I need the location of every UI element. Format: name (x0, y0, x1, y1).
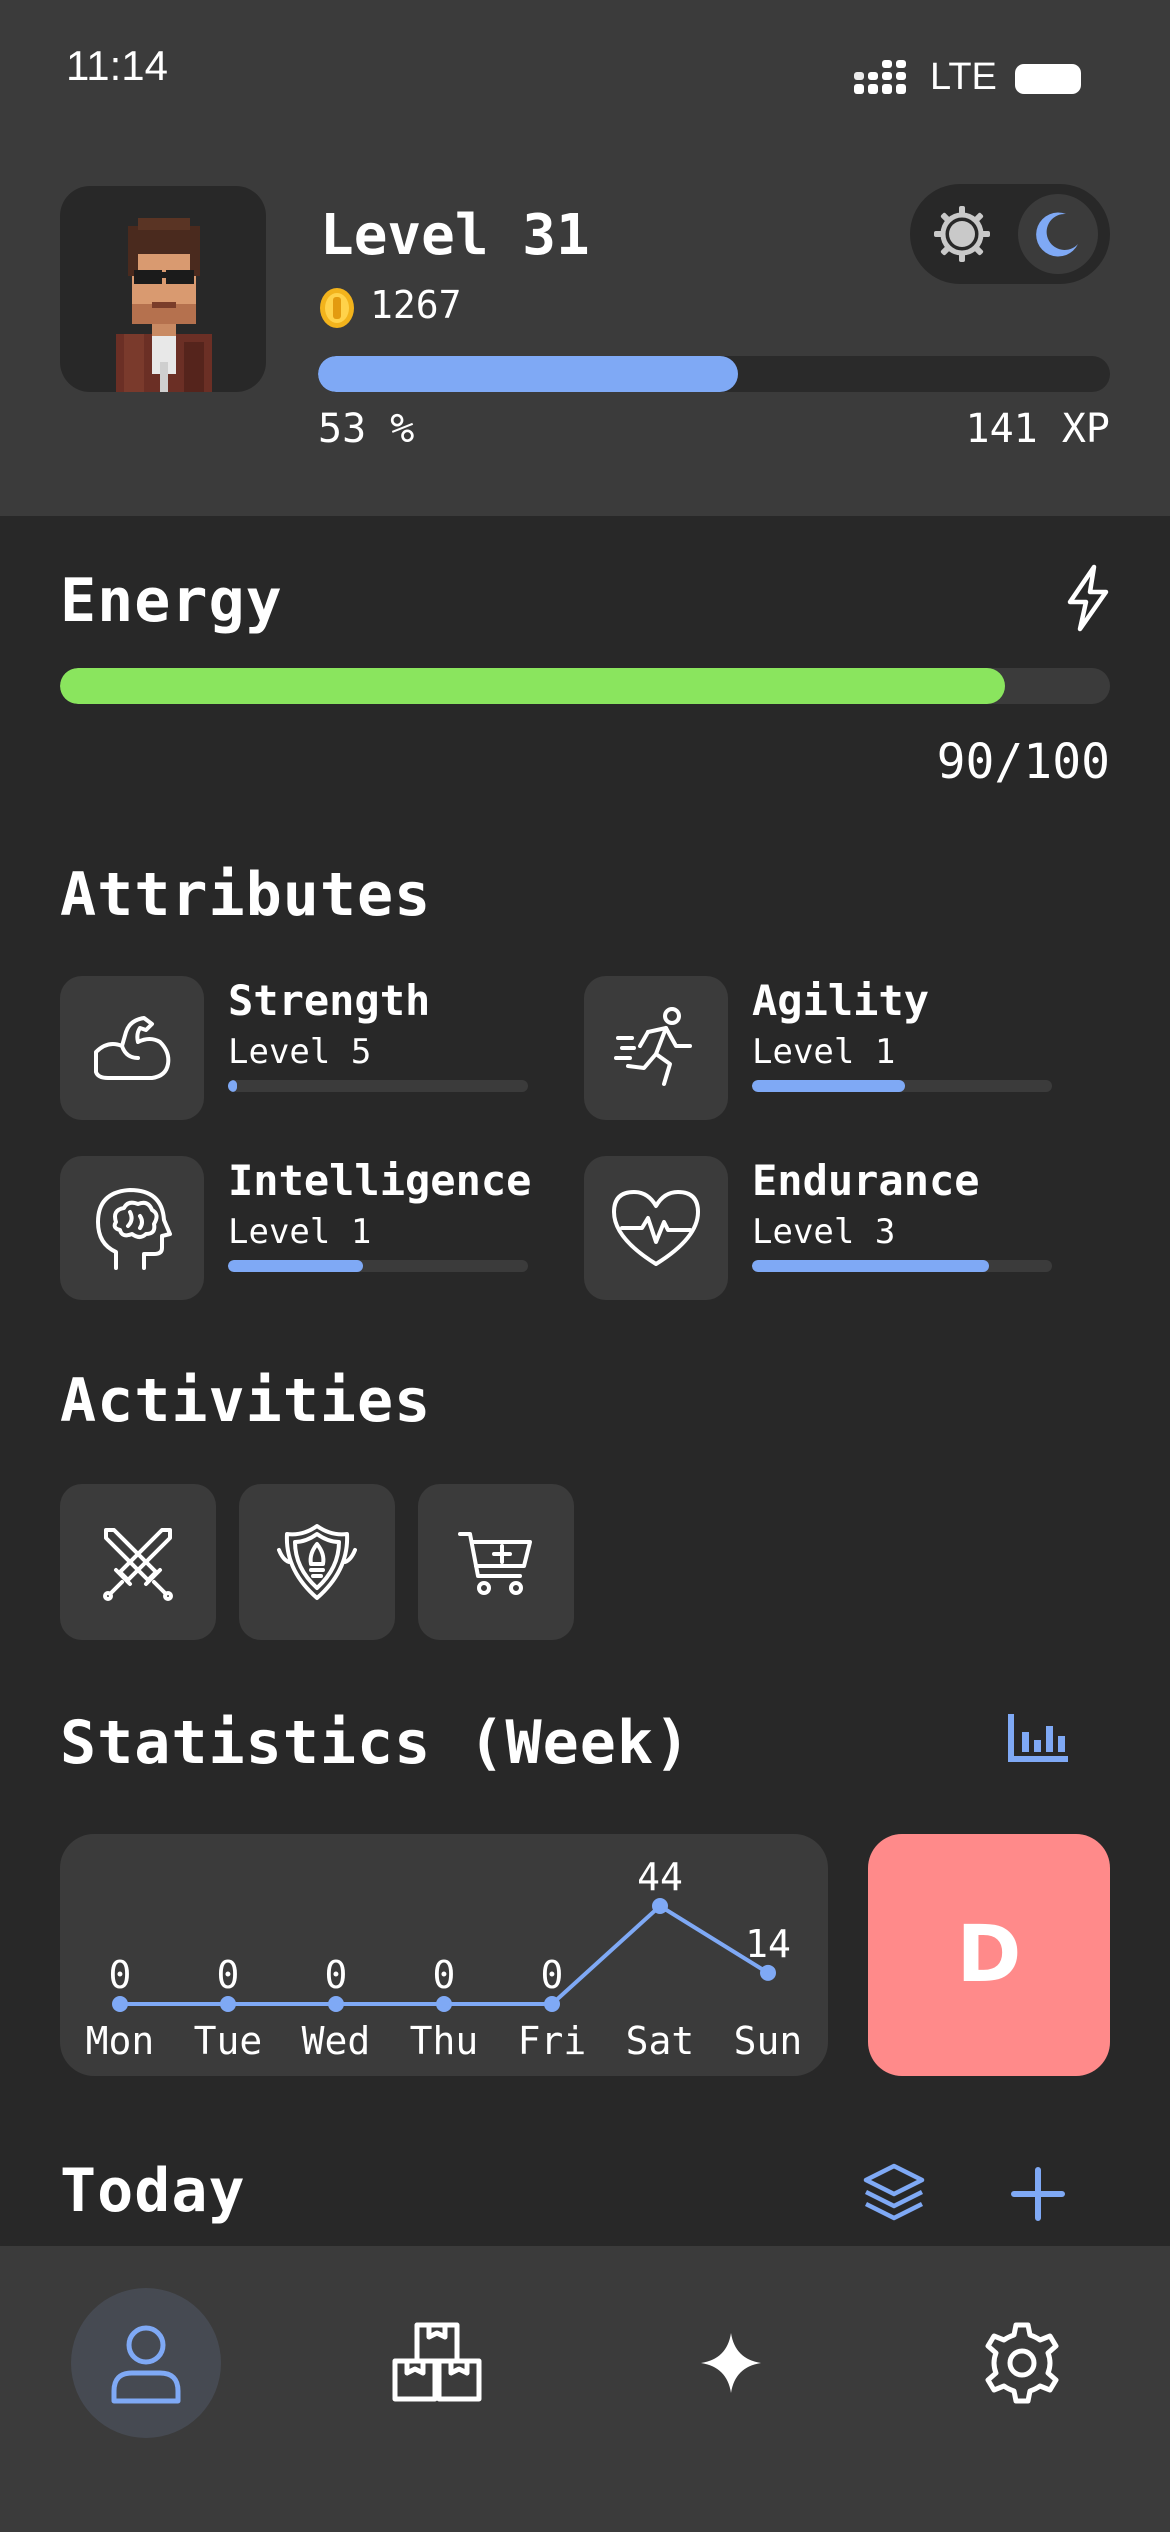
avatar[interactable] (60, 186, 266, 392)
nav-settings-button[interactable] (947, 2288, 1097, 2438)
xp-percent: 53 % (318, 406, 415, 452)
activity-defense-button[interactable] (239, 1484, 395, 1640)
data-point (112, 1996, 128, 2012)
weekly-line-chart: 0 Mon 0 Tue 0 Wed 0 Thu 0 Fri 44 Sat 14 Sun (86, 1855, 803, 2063)
activity-battle-button[interactable] (60, 1484, 216, 1640)
data-point (652, 1898, 668, 1914)
signal-icon (854, 60, 906, 94)
statistics-title: Statistics (Week) (60, 1708, 692, 1778)
attribute-strength[interactable]: Strength Level 5 (60, 976, 580, 1120)
data-point (544, 1996, 560, 2012)
coin-icon (320, 288, 354, 328)
attribute-name: Endurance (752, 1156, 980, 1205)
x-tick-label: Sun (734, 2019, 803, 2063)
attribute-level: Level 1 (752, 1032, 896, 1072)
attribute-progress-fill (228, 1260, 363, 1272)
x-tick-label: Sat (626, 2019, 695, 2063)
boxes-icon (392, 2322, 482, 2402)
theme-dark-option[interactable] (1018, 194, 1098, 274)
today-title: Today (60, 2156, 246, 2226)
add-icon[interactable] (1008, 2164, 1068, 2224)
attribute-name: Agility (752, 976, 930, 1025)
attribute-endurance[interactable]: Endurance Level 3 (584, 1156, 1104, 1300)
lightning-icon (1067, 564, 1109, 632)
attribute-progress-bar (228, 1080, 528, 1092)
person-icon (111, 2325, 181, 2404)
xp-progress-bar (318, 356, 1110, 392)
heartbeat-icon (612, 1190, 700, 1266)
attribute-progress-fill (228, 1080, 237, 1092)
profile-header: 11:14 LTE Level 31 1267 53 % 141 XP (0, 0, 1170, 516)
coin-count: 1267 (370, 283, 462, 327)
attribute-progress-bar (228, 1260, 528, 1272)
data-label: 44 (637, 1855, 683, 1899)
nav-profile-button[interactable] (71, 2288, 221, 2438)
data-label: 0 (325, 1953, 348, 1997)
data-label: 14 (745, 1922, 791, 1966)
data-label: 0 (541, 1953, 564, 1997)
data-label: 0 (109, 1953, 132, 1997)
data-label: 0 (217, 1953, 240, 1997)
energy-bar (60, 668, 1110, 704)
attribute-level: Level 3 (752, 1212, 896, 1252)
energy-value: 90/100 (936, 734, 1110, 790)
data-point (760, 1964, 776, 1981)
pixel-avatar-icon (116, 218, 212, 392)
bar-chart-icon[interactable] (1006, 1712, 1070, 1764)
x-tick-label: Tue (194, 2019, 263, 2063)
attribute-icon-box (60, 976, 204, 1120)
theme-toggle[interactable] (910, 184, 1110, 284)
x-tick-label: Thu (410, 2019, 479, 2063)
xp-progress-fill (318, 356, 738, 392)
x-tick-label: Wed (302, 2019, 371, 2063)
x-tick-label: Mon (86, 2019, 155, 2063)
status-indicators: LTE (852, 56, 1082, 102)
level-title: Level 31 (320, 203, 590, 268)
attribute-progress-fill (752, 1260, 989, 1272)
activity-shop-button[interactable] (418, 1484, 574, 1640)
data-point (436, 1996, 452, 2012)
status-time: 11:14 (66, 42, 168, 89)
data-point (220, 1996, 236, 2012)
nav-inventory-button[interactable] (362, 2288, 512, 2438)
battery-icon (1015, 64, 1081, 94)
crossed-swords-icon (103, 1528, 173, 1601)
energy-title: Energy (60, 566, 283, 636)
attribute-level: Level 5 (228, 1032, 372, 1072)
attribute-agility[interactable]: Agility Level 1 (584, 976, 1104, 1120)
layers-icon[interactable] (860, 2160, 928, 2228)
data-label: 0 (433, 1953, 456, 1997)
sparkle-icon (701, 2333, 761, 2393)
sun-icon (934, 206, 990, 262)
energy-fill (60, 668, 1005, 704)
cart-add-icon (458, 1532, 532, 1595)
activities-title: Activities (60, 1366, 432, 1436)
x-tick-label: Fri (518, 2019, 587, 2063)
shield-icon (277, 1524, 357, 1600)
gear-icon (985, 2322, 1059, 2404)
bottom-nav (0, 2246, 1170, 2532)
attribute-level: Level 1 (228, 1212, 372, 1252)
network-type: LTE (930, 56, 997, 98)
data-point (328, 1996, 344, 2012)
weekly-chart-card: 0 Mon 0 Tue 0 Wed 0 Thu 0 Fri 44 Sat 14 Sun (60, 1834, 828, 2076)
attribute-icon-box (584, 1156, 728, 1300)
brain-head-icon (96, 1188, 172, 1270)
theme-light-option[interactable] (922, 194, 1002, 274)
xp-points: 141 XP (965, 406, 1111, 452)
week-grade-badge[interactable]: D (868, 1834, 1110, 2076)
attribute-name: Intelligence (228, 1156, 532, 1205)
running-person-icon (614, 1007, 692, 1086)
attribute-name: Strength (228, 976, 431, 1025)
attribute-intelligence[interactable]: Intelligence Level 1 (60, 1156, 580, 1300)
attribute-progress-bar (752, 1080, 1052, 1092)
attributes-title: Attributes (60, 860, 432, 930)
nav-quests-button[interactable] (656, 2288, 806, 2438)
attribute-progress-fill (752, 1080, 905, 1092)
attribute-icon-box (584, 976, 728, 1120)
flexed-arm-icon (94, 1016, 171, 1080)
attribute-icon-box (60, 1156, 204, 1300)
attribute-progress-bar (752, 1260, 1052, 1272)
moon-icon (1036, 212, 1078, 257)
